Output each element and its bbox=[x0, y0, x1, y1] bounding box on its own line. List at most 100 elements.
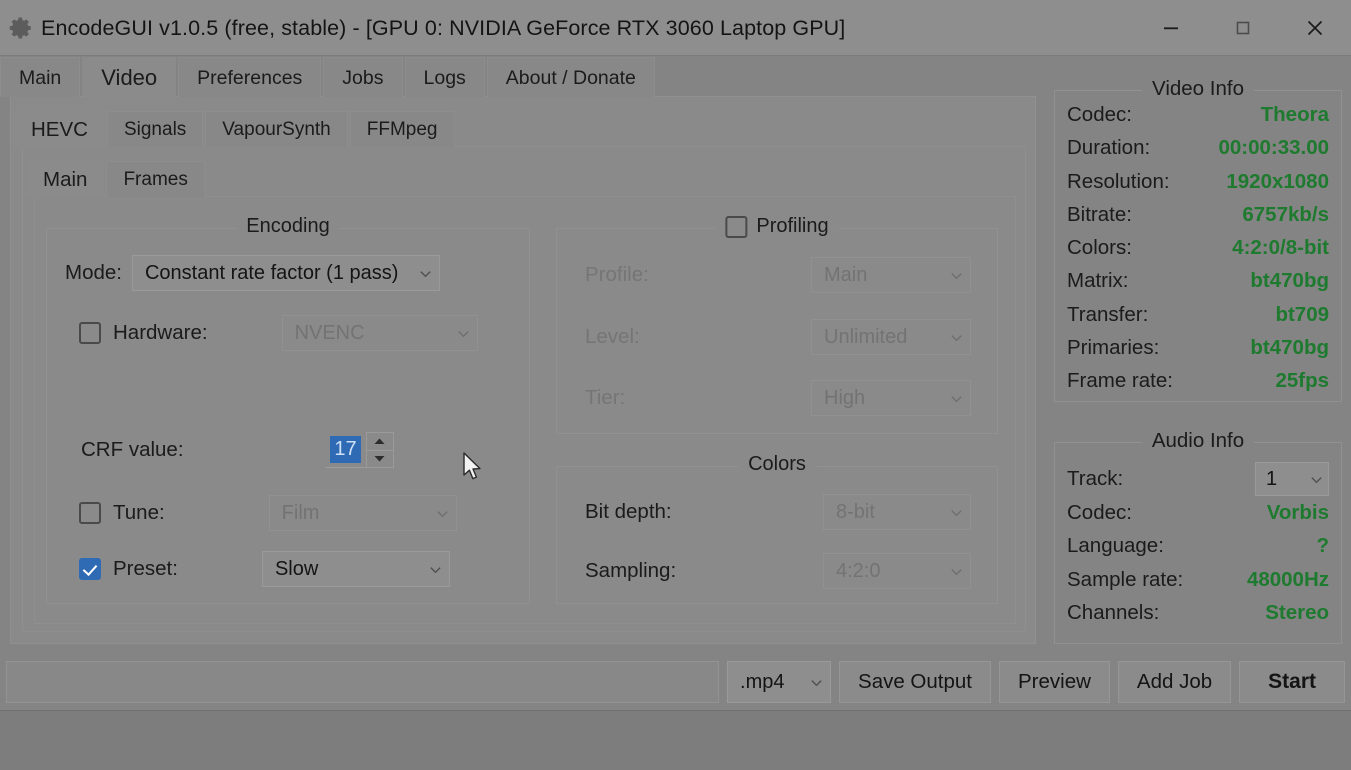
tab-logs[interactable]: Logs bbox=[404, 57, 485, 97]
close-button[interactable] bbox=[1279, 0, 1351, 56]
profile-label: Profile: bbox=[585, 263, 649, 286]
profiling-checkbox[interactable] bbox=[725, 215, 748, 238]
encoding-group: Encoding Mode: Constant rate factor (1 p… bbox=[46, 215, 530, 604]
video-info-key: Primaries: bbox=[1067, 336, 1160, 360]
tab-vapoursynth[interactable]: VapourSynth bbox=[205, 111, 348, 147]
audio-info-row: Sample rate: 48000Hz bbox=[1055, 568, 1341, 601]
crf-value: 17 bbox=[330, 435, 361, 464]
tab-video[interactable]: Video bbox=[82, 57, 177, 97]
video-info-value: Theora bbox=[1260, 103, 1329, 126]
chevron-down-icon bbox=[951, 568, 962, 575]
video-info-key: Frame rate: bbox=[1067, 369, 1173, 393]
video-info-value: 6757kb/s bbox=[1242, 202, 1329, 226]
profile-row: Profile: Main bbox=[585, 257, 971, 293]
mode-label: Mode: bbox=[65, 261, 122, 284]
profiling-group-title: Profiling bbox=[715, 215, 839, 238]
crf-spinbox[interactable]: 17 bbox=[325, 432, 394, 468]
mode-dropdown[interactable]: Constant rate factor (1 pass) bbox=[131, 255, 440, 291]
extension-value: .mp4 bbox=[740, 670, 785, 693]
colors-group-label: Colors bbox=[748, 453, 806, 475]
crf-row: CRF value: 17 bbox=[81, 432, 394, 468]
add-job-button[interactable]: Add Job bbox=[1117, 661, 1232, 703]
video-info-value: bt709 bbox=[1275, 302, 1329, 326]
extension-dropdown[interactable]: .mp4 bbox=[727, 661, 832, 703]
audio-track-dropdown[interactable]: 1 bbox=[1255, 462, 1329, 496]
preset-checkbox[interactable] bbox=[79, 558, 101, 580]
chevron-down-icon bbox=[436, 510, 448, 517]
audio-info-key: Channels: bbox=[1067, 600, 1160, 624]
crf-increment-button[interactable] bbox=[366, 433, 393, 451]
chevron-down-icon bbox=[811, 679, 822, 686]
video-info-value: 1920x1080 bbox=[1226, 169, 1329, 193]
video-info-key: Codec: bbox=[1067, 103, 1132, 126]
maximize-button[interactable] bbox=[1207, 0, 1279, 56]
sampling-label: Sampling: bbox=[585, 559, 677, 582]
hardware-row: Hardware: NVENC bbox=[79, 315, 478, 351]
preset-row: Preset: Slow bbox=[79, 551, 450, 587]
crf-spin-buttons bbox=[365, 432, 394, 468]
chevron-down-icon bbox=[457, 330, 469, 337]
tune-label: Tune: bbox=[113, 501, 165, 524]
colors-group-title: Colors bbox=[738, 453, 816, 476]
output-path-input[interactable] bbox=[6, 661, 720, 703]
tier-value: High bbox=[824, 386, 866, 409]
video-info-row: Primaries: bt470bg bbox=[1055, 336, 1341, 369]
bit-depth-dropdown: 8-bit bbox=[823, 494, 971, 530]
audio-info-row: Codec: Vorbis bbox=[1055, 501, 1341, 534]
video-info-key: Transfer: bbox=[1067, 302, 1149, 326]
crf-input[interactable]: 17 bbox=[325, 432, 366, 468]
tab-main[interactable]: Main bbox=[0, 57, 81, 97]
video-info-value: 25fps bbox=[1275, 369, 1329, 393]
window-title: EncodeGUI v1.0.5 (free, stable) - [GPU 0… bbox=[41, 15, 846, 40]
sampling-dropdown: 4:2:0 bbox=[823, 553, 971, 589]
tab-signals[interactable]: Signals bbox=[106, 111, 204, 147]
hardware-checkbox[interactable] bbox=[79, 322, 101, 344]
arrow-up-icon bbox=[374, 438, 385, 444]
status-bar bbox=[0, 710, 1351, 770]
tab-ffmpeg[interactable]: FFMpeg bbox=[349, 111, 455, 147]
save-output-button[interactable]: Save Output bbox=[839, 661, 991, 703]
audio-info-value: ? bbox=[1316, 534, 1329, 558]
sampling-row: Sampling: 4:2:0 bbox=[585, 553, 971, 589]
tab-hevc[interactable]: HEVC bbox=[14, 111, 105, 147]
level-dropdown: Unlimited bbox=[811, 319, 971, 355]
minimize-icon bbox=[1164, 27, 1178, 30]
audio-track-label: Track: bbox=[1067, 467, 1124, 490]
tab-about-donate[interactable]: About / Donate bbox=[486, 57, 655, 97]
bit-depth-value: 8-bit bbox=[836, 500, 875, 523]
crf-decrement-button[interactable] bbox=[367, 451, 393, 468]
audio-info-row: Channels: Stereo bbox=[1055, 601, 1341, 634]
maximize-icon bbox=[1236, 21, 1250, 35]
audio-track-row: Track: 1 bbox=[1055, 457, 1341, 501]
gear-icon bbox=[9, 17, 31, 39]
hardware-value: NVENC bbox=[294, 321, 365, 344]
video-info-row: Bitrate: 6757kb/s bbox=[1055, 203, 1341, 236]
tune-row: Tune: Film bbox=[79, 495, 457, 531]
crf-label: CRF value: bbox=[81, 438, 184, 461]
window-controls bbox=[1135, 0, 1351, 56]
chevron-down-icon bbox=[951, 334, 962, 341]
tier-label: Tier: bbox=[585, 386, 626, 409]
preview-button[interactable]: Preview bbox=[998, 661, 1110, 703]
audio-info-value: Vorbis bbox=[1266, 501, 1329, 524]
application-window: EncodeGUI v1.0.5 (free, stable) - [GPU 0… bbox=[0, 0, 1351, 770]
tune-dropdown: Film bbox=[268, 495, 457, 531]
tabbar-secondary: HEVC Signals VapourSynth FFMpeg bbox=[14, 109, 457, 147]
tab-preferences[interactable]: Preferences bbox=[178, 57, 322, 97]
tab-jobs[interactable]: Jobs bbox=[323, 57, 403, 97]
tab-hevc-frames[interactable]: Frames bbox=[106, 161, 205, 197]
tab-hevc-main[interactable]: Main bbox=[26, 161, 105, 197]
video-info-row: Colors: 4:2:0/8-bit bbox=[1055, 236, 1341, 269]
encoding-group-title: Encoding bbox=[236, 215, 340, 238]
start-button[interactable]: Start bbox=[1239, 661, 1345, 703]
chevron-down-icon bbox=[430, 566, 441, 573]
minimize-button[interactable] bbox=[1135, 0, 1207, 56]
mode-value: Constant rate factor (1 pass) bbox=[144, 261, 399, 284]
video-info-value: bt470bg bbox=[1250, 269, 1329, 293]
video-info-key: Duration: bbox=[1067, 136, 1151, 160]
preset-dropdown[interactable]: Slow bbox=[261, 551, 450, 587]
video-info-row: Matrix: bt470bg bbox=[1055, 269, 1341, 302]
tune-checkbox[interactable] bbox=[79, 502, 101, 524]
mode-row: Mode: Constant rate factor (1 pass) bbox=[65, 255, 440, 291]
sampling-value: 4:2:0 bbox=[836, 559, 881, 582]
